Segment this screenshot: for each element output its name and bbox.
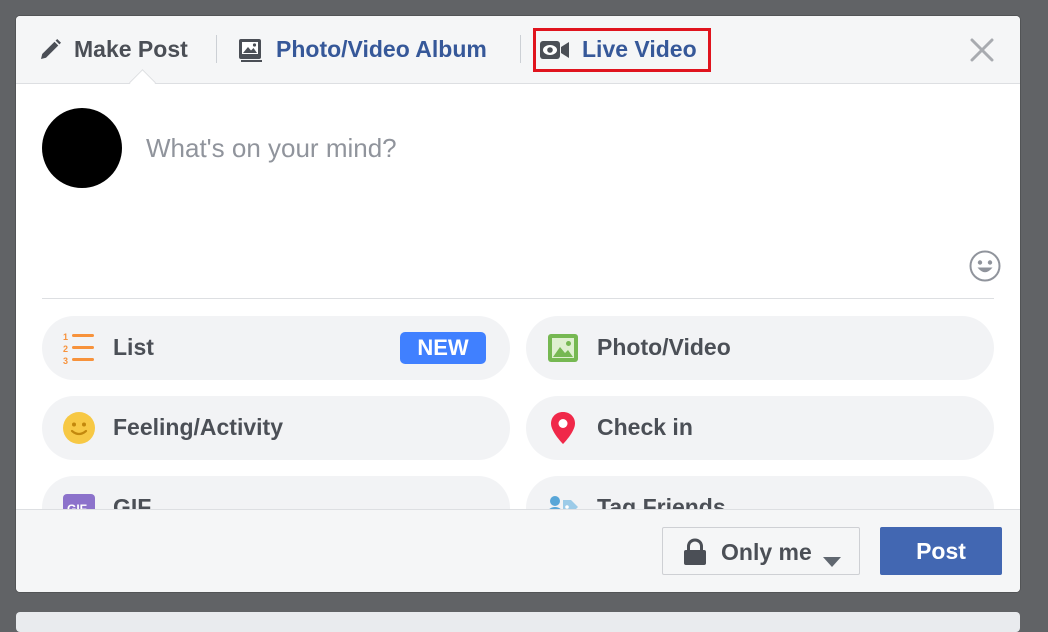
photo-album-icon	[238, 38, 264, 62]
close-button[interactable]	[968, 36, 996, 64]
svg-text:2: 2	[63, 344, 68, 354]
avatar	[42, 108, 122, 188]
tab-photo-video-album[interactable]: Photo/Video Album	[238, 16, 487, 83]
tab-photo-video-album-label: Photo/Video Album	[276, 36, 487, 62]
option-tag-friends[interactable]: Tag Friends	[526, 476, 994, 509]
privacy-label: Only me	[721, 539, 812, 565]
option-check-in[interactable]: Check in	[526, 396, 994, 460]
option-list-label: List	[113, 334, 154, 360]
numbered-list-icon: 1 2 3	[62, 332, 96, 365]
post-button[interactable]: Post	[880, 527, 1002, 575]
chevron-down-icon	[823, 547, 841, 574]
smiley-icon	[62, 412, 96, 444]
tag-friends-icon	[546, 492, 580, 509]
emoji-icon	[969, 250, 1001, 282]
option-tag-friends-label: Tag Friends	[597, 494, 726, 509]
new-badge: NEW	[400, 332, 486, 364]
option-list[interactable]: 1 2 3 List NEW	[42, 316, 510, 380]
tab-make-post-label: Make Post	[74, 36, 188, 62]
svg-text:1: 1	[63, 332, 68, 342]
gif-icon: GIF	[62, 492, 96, 509]
tab-divider	[520, 35, 521, 63]
lock-icon	[683, 538, 707, 572]
tab-live-video[interactable]: Live Video	[540, 16, 697, 83]
option-photo-video-label: Photo/Video	[597, 334, 731, 360]
option-check-in-label: Check in	[597, 414, 693, 440]
emoji-button[interactable]	[969, 250, 1001, 282]
video-camera-icon	[540, 40, 570, 60]
option-gif-label: GIF	[113, 494, 152, 509]
photo-icon	[546, 332, 580, 364]
tab-live-video-label: Live Video	[582, 36, 697, 62]
svg-text:3: 3	[63, 356, 68, 365]
tab-make-post[interactable]: Make Post	[38, 16, 188, 83]
dialog-footer: Only me Post	[16, 509, 1020, 592]
create-post-dialog: Make Post Photo/Video Album Live Video W…	[16, 16, 1020, 592]
pencil-icon	[38, 38, 62, 62]
post-composer-input[interactable]	[146, 128, 926, 168]
location-pin-icon	[546, 412, 580, 444]
svg-text:GIF: GIF	[67, 502, 87, 509]
option-photo-video[interactable]: Photo/Video	[526, 316, 994, 380]
option-gif[interactable]: GIF GIF	[42, 476, 510, 509]
tab-divider	[216, 35, 217, 63]
option-feeling-activity[interactable]: Feeling/Activity	[42, 396, 510, 460]
post-options-grid: 1 2 3 List NEW Photo/Video Feeling/Activ…	[16, 299, 1020, 509]
privacy-selector[interactable]: Only me	[662, 527, 860, 575]
background-card	[16, 612, 1020, 632]
close-icon	[970, 38, 994, 62]
tab-bar: Make Post Photo/Video Album Live Video	[16, 16, 1020, 84]
option-feeling-activity-label: Feeling/Activity	[113, 414, 283, 440]
